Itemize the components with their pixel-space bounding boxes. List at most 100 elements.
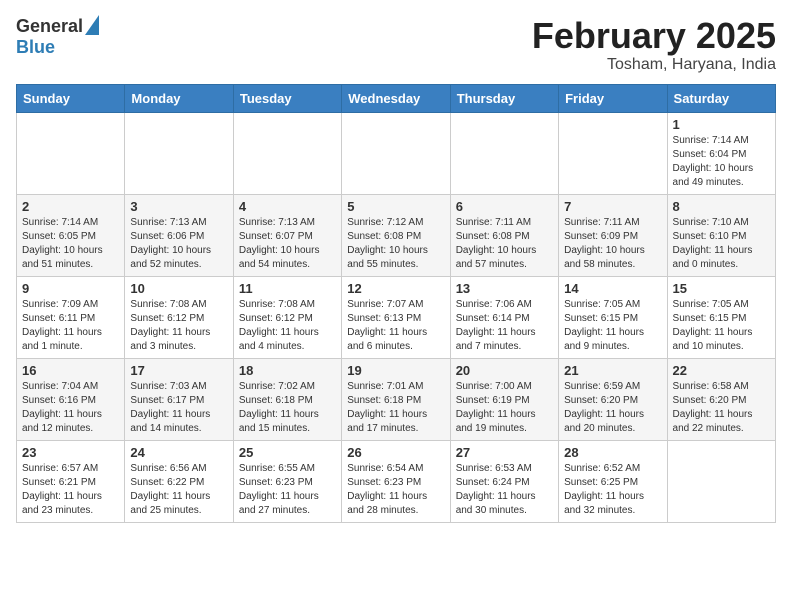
calendar-cell: 28Sunrise: 6:52 AM Sunset: 6:25 PM Dayli… [559,440,667,522]
day-number: 1 [673,117,770,132]
calendar-header-row: SundayMondayTuesdayWednesdayThursdayFrid… [17,84,776,112]
logo-general-text: General [16,16,83,37]
day-info: Sunrise: 7:01 AM Sunset: 6:18 PM Dayligh… [347,380,444,436]
day-info: Sunrise: 6:56 AM Sunset: 6:22 PM Dayligh… [130,462,227,518]
subtitle: Tosham, Haryana, India [532,56,776,74]
day-number: 11 [239,281,336,296]
calendar-cell: 5 Sunrise: 7:12 AM Sunset: 6:08 PM Daylig… [342,194,450,276]
day-number: 17 [130,363,227,378]
day-number: 2 [22,199,119,214]
calendar-cell: 20 Sunrise: 7:00 AM Sunset: 6:19 PM Dayli… [450,358,558,440]
day-number: 14 [564,281,661,296]
day-info: Sunrise: 7:11 AM Sunset: 6:09 PM Dayligh… [564,216,661,272]
day-number: 7 [564,199,661,214]
day-number: 18 [239,363,336,378]
day-header-saturday: Saturday [667,84,775,112]
calendar-cell: 7 Sunrise: 7:11 AM Sunset: 6:09 PM Daylig… [559,194,667,276]
day-header-monday: Monday [125,84,233,112]
day-number: 4 [239,199,336,214]
day-number: 19 [347,363,444,378]
week-row-5: 23Sunrise: 6:57 AM Sunset: 6:21 PM Dayli… [17,440,776,522]
day-header-wednesday: Wednesday [342,84,450,112]
day-info: Sunrise: 7:13 AM Sunset: 6:06 PM Dayligh… [130,216,227,272]
calendar-cell: 4 Sunrise: 7:13 AM Sunset: 6:07 PM Daylig… [233,194,341,276]
day-info: Sunrise: 7:03 AM Sunset: 6:17 PM Dayligh… [130,380,227,436]
day-info: Sunrise: 7:09 AM Sunset: 6:11 PM Dayligh… [22,298,119,354]
calendar-cell: 19 Sunrise: 7:01 AM Sunset: 6:18 PM Dayli… [342,358,450,440]
day-info: Sunrise: 6:54 AM Sunset: 6:23 PM Dayligh… [347,462,444,518]
day-header-sunday: Sunday [17,84,125,112]
week-row-4: 16 Sunrise: 7:04 AM Sunset: 6:16 PM Dayli… [17,358,776,440]
calendar-cell: 9 Sunrise: 7:09 AM Sunset: 6:11 PM Daylig… [17,276,125,358]
day-number: 13 [456,281,553,296]
day-header-thursday: Thursday [450,84,558,112]
calendar-cell: 25Sunrise: 6:55 AM Sunset: 6:23 PM Dayli… [233,440,341,522]
calendar-cell [17,112,125,194]
day-info: Sunrise: 7:02 AM Sunset: 6:18 PM Dayligh… [239,380,336,436]
day-info: Sunrise: 6:58 AM Sunset: 6:20 PM Dayligh… [673,380,770,436]
week-row-2: 2 Sunrise: 7:14 AM Sunset: 6:05 PM Daylig… [17,194,776,276]
day-info: Sunrise: 7:10 AM Sunset: 6:10 PM Dayligh… [673,216,770,272]
day-number: 24 [130,445,227,460]
day-number: 16 [22,363,119,378]
logo-triangle-icon [85,15,99,35]
day-info: Sunrise: 7:04 AM Sunset: 6:16 PM Dayligh… [22,380,119,436]
day-info: Sunrise: 6:55 AM Sunset: 6:23 PM Dayligh… [239,462,336,518]
calendar-cell [125,112,233,194]
calendar-cell [450,112,558,194]
day-number: 22 [673,363,770,378]
calendar-cell: 15 Sunrise: 7:05 AM Sunset: 6:15 PM Dayli… [667,276,775,358]
day-info: Sunrise: 7:05 AM Sunset: 6:15 PM Dayligh… [564,298,661,354]
calendar-cell: 3 Sunrise: 7:13 AM Sunset: 6:06 PM Daylig… [125,194,233,276]
calendar-cell: 27 Sunrise: 6:53 AM Sunset: 6:24 PM Dayli… [450,440,558,522]
week-row-1: 1 Sunrise: 7:14 AM Sunset: 6:04 PM Daylig… [17,112,776,194]
day-number: 6 [456,199,553,214]
day-info: Sunrise: 6:59 AM Sunset: 6:20 PM Dayligh… [564,380,661,436]
page-header: General Blue February 2025 Tosham, Harya… [16,16,776,74]
day-header-tuesday: Tuesday [233,84,341,112]
day-number: 3 [130,199,227,214]
calendar-cell [233,112,341,194]
calendar-cell: 18 Sunrise: 7:02 AM Sunset: 6:18 PM Dayli… [233,358,341,440]
title-block: February 2025 Tosham, Haryana, India [532,16,776,74]
day-info: Sunrise: 7:07 AM Sunset: 6:13 PM Dayligh… [347,298,444,354]
calendar-cell: 10Sunrise: 7:08 AM Sunset: 6:12 PM Dayli… [125,276,233,358]
calendar-table: SundayMondayTuesdayWednesdayThursdayFrid… [16,84,776,523]
day-info: Sunrise: 7:14 AM Sunset: 6:04 PM Dayligh… [673,134,770,190]
calendar-cell [667,440,775,522]
day-number: 21 [564,363,661,378]
day-number: 15 [673,281,770,296]
calendar-cell: 24 Sunrise: 6:56 AM Sunset: 6:22 PM Dayli… [125,440,233,522]
calendar-cell: 14 Sunrise: 7:05 AM Sunset: 6:15 PM Dayli… [559,276,667,358]
calendar-cell: 22 Sunrise: 6:58 AM Sunset: 6:20 PM Dayli… [667,358,775,440]
calendar-cell: 1 Sunrise: 7:14 AM Sunset: 6:04 PM Daylig… [667,112,775,194]
day-info: Sunrise: 7:11 AM Sunset: 6:08 PM Dayligh… [456,216,553,272]
day-info: Sunrise: 7:13 AM Sunset: 6:07 PM Dayligh… [239,216,336,272]
logo: General Blue [16,16,99,58]
calendar-cell: 6 Sunrise: 7:11 AM Sunset: 6:08 PM Daylig… [450,194,558,276]
calendar-cell: 8 Sunrise: 7:10 AM Sunset: 6:10 PM Daylig… [667,194,775,276]
day-number: 28 [564,445,661,460]
day-info: Sunrise: 7:05 AM Sunset: 6:15 PM Dayligh… [673,298,770,354]
day-info: Sunrise: 6:53 AM Sunset: 6:24 PM Dayligh… [456,462,553,518]
day-info: Sunrise: 7:12 AM Sunset: 6:08 PM Dayligh… [347,216,444,272]
logo-blue-text: Blue [16,37,55,58]
day-info: Sunrise: 7:08 AM Sunset: 6:12 PM Dayligh… [239,298,336,354]
day-info: Sunrise: 6:57 AM Sunset: 6:21 PM Dayligh… [22,462,119,518]
calendar-cell: 26Sunrise: 6:54 AM Sunset: 6:23 PM Dayli… [342,440,450,522]
calendar-cell [559,112,667,194]
day-number: 27 [456,445,553,460]
day-number: 5 [347,199,444,214]
calendar-cell: 21 Sunrise: 6:59 AM Sunset: 6:20 PM Dayli… [559,358,667,440]
day-info: Sunrise: 7:14 AM Sunset: 6:05 PM Dayligh… [22,216,119,272]
day-number: 9 [22,281,119,296]
day-number: 20 [456,363,553,378]
day-number: 8 [673,199,770,214]
day-header-friday: Friday [559,84,667,112]
calendar-cell: 13Sunrise: 7:06 AM Sunset: 6:14 PM Dayli… [450,276,558,358]
calendar-cell: 16 Sunrise: 7:04 AM Sunset: 6:16 PM Dayli… [17,358,125,440]
day-number: 10 [130,281,227,296]
day-number: 12 [347,281,444,296]
day-info: Sunrise: 7:00 AM Sunset: 6:19 PM Dayligh… [456,380,553,436]
calendar-cell: 12 Sunrise: 7:07 AM Sunset: 6:13 PM Dayli… [342,276,450,358]
